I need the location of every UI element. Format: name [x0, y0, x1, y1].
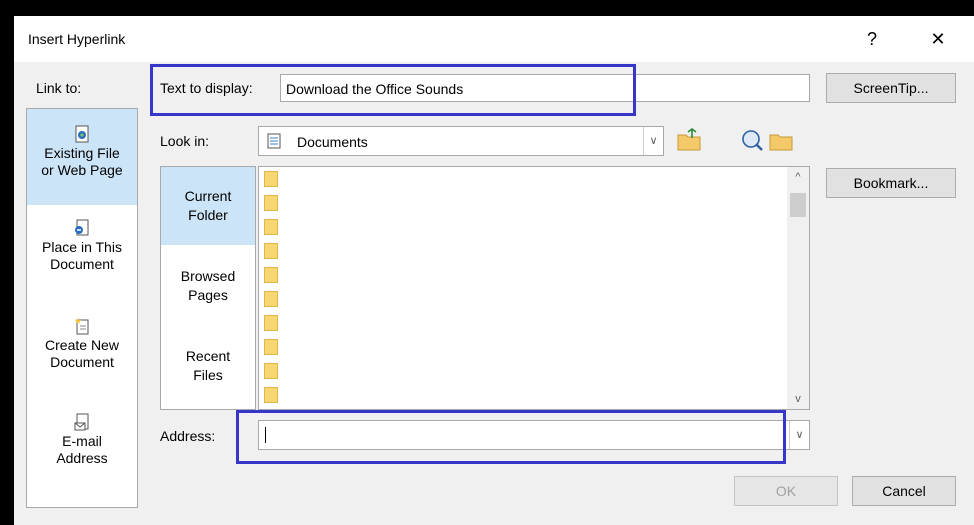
email-address-icon — [74, 413, 89, 431]
title-bar: Insert Hyperlink ? ✕ — [14, 16, 974, 62]
link-to-existing-file[interactable]: Existing File or Web Page — [27, 109, 137, 205]
bookmark-button[interactable]: Bookmark... — [826, 168, 956, 198]
create-new-document-line2: Document — [50, 354, 114, 370]
folder-icon[interactable] — [264, 219, 278, 235]
place-in-document-icon — [75, 219, 89, 236]
folder-icon[interactable] — [264, 291, 278, 307]
link-to-email-address[interactable]: E-mail Address — [27, 413, 137, 493]
link-to-place-in-document[interactable]: Place in This Document — [27, 219, 137, 299]
look-in-label: Look in: — [160, 133, 210, 149]
text-to-display-highlight — [150, 64, 636, 116]
nav-recent-files[interactable]: Recent Files — [161, 347, 255, 395]
scroll-up-button[interactable]: ^ — [787, 167, 809, 187]
close-button[interactable]: ✕ — [920, 24, 956, 54]
create-new-document-icon — [75, 318, 89, 335]
current-folder-line1: Current — [184, 188, 232, 204]
address-highlight — [236, 410, 786, 464]
existing-file-icon — [75, 125, 89, 143]
file-list-scrollbar[interactable]: ^ v — [787, 167, 809, 409]
link-to-bar: Existing File or Web Page Place in This … — [26, 108, 138, 508]
look-in-value: Documents — [297, 134, 368, 150]
browse-nav: Current Folder Browsed Pages Recent File… — [160, 166, 256, 410]
browsed-pages-line2: Pages — [188, 287, 228, 303]
browse-file-icon[interactable] — [768, 128, 794, 152]
up-folder-icon[interactable] — [676, 128, 702, 152]
existing-file-line1: Existing File — [44, 145, 120, 161]
place-in-document-line1: Place in This — [42, 239, 122, 255]
recent-files-line2: Files — [193, 367, 223, 383]
nav-browsed-pages[interactable]: Browsed Pages — [161, 267, 255, 315]
file-list[interactable]: ^ v — [258, 166, 810, 410]
folder-icon[interactable] — [264, 387, 278, 403]
chevron-down-icon[interactable]: ∨ — [789, 421, 809, 449]
folder-icon[interactable] — [264, 315, 278, 331]
current-folder-line2: Folder — [188, 207, 228, 223]
folder-icon[interactable] — [264, 267, 278, 283]
scroll-thumb[interactable] — [790, 193, 806, 217]
existing-file-line2: or Web Page — [41, 162, 123, 178]
nav-current-folder[interactable]: Current Folder — [161, 167, 255, 245]
help-button[interactable]: ? — [854, 24, 890, 54]
email-address-line2: Address — [56, 450, 108, 466]
folder-icon[interactable] — [264, 171, 278, 187]
email-address-line1: E-mail — [62, 433, 102, 449]
cancel-button[interactable]: Cancel — [852, 476, 956, 506]
browsed-pages-line1: Browsed — [180, 268, 236, 284]
screentip-button[interactable]: ScreenTip... — [826, 73, 956, 103]
look-in-dropdown[interactable]: Documents ∨ — [258, 126, 664, 156]
folder-icon[interactable] — [264, 195, 278, 211]
link-to-create-new-document[interactable]: Create New Document — [27, 317, 137, 397]
browse-web-icon[interactable] — [740, 128, 766, 152]
chevron-down-icon: ∨ — [643, 127, 663, 155]
folder-icon[interactable] — [264, 363, 278, 379]
place-in-document-line2: Document — [50, 256, 114, 272]
documents-icon — [267, 133, 281, 149]
insert-hyperlink-dialog: Insert Hyperlink ? ✕ Link to: Existing F… — [14, 16, 974, 525]
address-label: Address: — [160, 428, 216, 444]
ok-button[interactable]: OK — [734, 476, 838, 506]
folder-icon[interactable] — [264, 243, 278, 259]
scroll-down-button[interactable]: v — [787, 389, 809, 409]
recent-files-line1: Recent — [185, 348, 231, 364]
folder-icon[interactable] — [264, 339, 278, 355]
link-to-label: Link to: — [36, 80, 82, 96]
create-new-document-line1: Create New — [45, 337, 119, 353]
dialog-title: Insert Hyperlink — [28, 31, 126, 47]
